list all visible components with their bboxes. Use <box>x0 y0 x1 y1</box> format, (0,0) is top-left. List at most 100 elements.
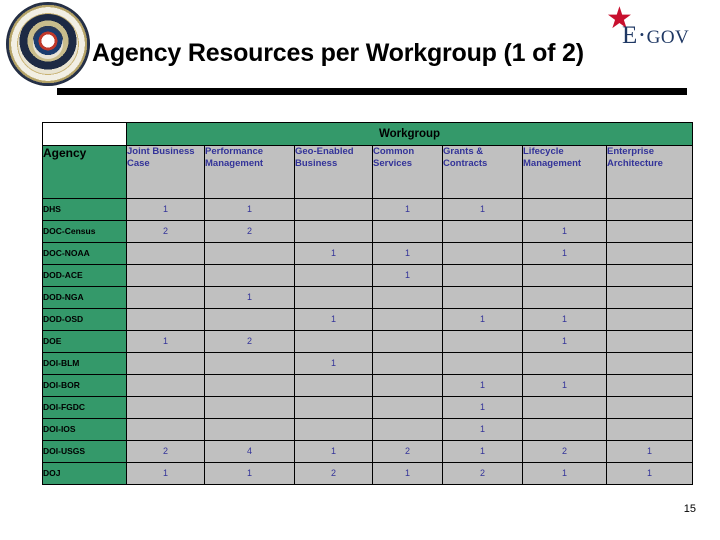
cell-count: 1 <box>442 308 523 331</box>
egov-logo-text: E·GOV <box>622 22 689 50</box>
row-label-agency: DHS <box>42 198 127 221</box>
cell-count: 1 <box>442 198 523 221</box>
row-label-agency: DOI-USGS <box>42 440 127 463</box>
cell-count: 1 <box>522 462 607 485</box>
cell-count <box>442 264 523 287</box>
cell-count <box>372 396 443 419</box>
egov-logo-suffix: GOV <box>646 27 690 48</box>
column-header-geo-enabled-business: Geo-Enabled Business <box>294 145 373 199</box>
cell-count <box>294 198 373 221</box>
row-label-agency: DOD-NGA <box>42 286 127 309</box>
cell-count: 2 <box>126 220 205 243</box>
cell-count <box>442 220 523 243</box>
cell-count: 1 <box>442 418 523 441</box>
cell-count <box>606 352 693 375</box>
table-body: DHS 1 1 1 1 DOC-Census 2 2 1 DOC-NOAA 1 1 1 DOD-ACE 1 D… <box>42 198 693 485</box>
cell-count: 1 <box>294 440 373 463</box>
cell-count <box>204 308 295 331</box>
cell-count <box>606 286 693 309</box>
row-label-agency: DOD-OSD <box>42 308 127 331</box>
cell-count <box>204 418 295 441</box>
cell-count <box>372 352 443 375</box>
cell-count <box>522 396 607 419</box>
cell-count <box>126 286 205 309</box>
cell-count <box>126 418 205 441</box>
page-number: 15 <box>683 503 696 515</box>
cell-count: 1 <box>294 242 373 265</box>
cell-count <box>522 286 607 309</box>
agency-workgroup-table-wrap: Workgroup Agency Joint Business Case Per… <box>42 122 693 485</box>
column-header-common-services: Common Services <box>372 145 443 199</box>
column-header-grants-contracts: Grants & Contracts <box>442 145 523 199</box>
corner-blank-cell <box>42 122 127 146</box>
cell-count: 1 <box>372 242 443 265</box>
table-row: DOD-OSD 1 1 1 <box>42 308 693 331</box>
cell-count: 1 <box>522 330 607 353</box>
cell-count <box>126 374 205 397</box>
cell-count: 2 <box>372 440 443 463</box>
column-header-agency: Agency <box>42 145 127 199</box>
cell-count: 1 <box>522 374 607 397</box>
cell-count <box>606 198 693 221</box>
table-row: DOC-NOAA 1 1 1 <box>42 242 693 265</box>
cell-count <box>442 286 523 309</box>
cell-count <box>204 264 295 287</box>
cell-count <box>606 264 693 287</box>
cell-count: 1 <box>372 462 443 485</box>
cell-count <box>442 242 523 265</box>
table-row: DOE 1 2 1 <box>42 330 693 353</box>
cell-count: 2 <box>522 440 607 463</box>
cell-count: 2 <box>126 440 205 463</box>
cell-count <box>522 352 607 375</box>
cell-count: 1 <box>204 286 295 309</box>
cell-count <box>294 374 373 397</box>
row-label-agency: DOC-Census <box>42 220 127 243</box>
cell-count <box>294 330 373 353</box>
cell-count <box>126 308 205 331</box>
cell-count: 1 <box>372 264 443 287</box>
table-row: DOI-USGS 2 4 1 2 1 2 1 <box>42 440 693 463</box>
cell-count <box>372 330 443 353</box>
row-label-agency: DOE <box>42 330 127 353</box>
cell-count: 1 <box>442 374 523 397</box>
table-row: DOI-IOS 1 <box>42 418 693 441</box>
cell-count <box>126 352 205 375</box>
cell-count <box>204 242 295 265</box>
column-header-joint-business-case: Joint Business Case <box>126 145 205 199</box>
cell-count <box>372 220 443 243</box>
cell-count <box>294 220 373 243</box>
cell-count <box>606 418 693 441</box>
cell-count: 1 <box>294 308 373 331</box>
cell-count <box>442 352 523 375</box>
cell-count: 1 <box>204 198 295 221</box>
title-divider-rule <box>57 88 687 95</box>
cell-count <box>606 242 693 265</box>
cell-count <box>522 418 607 441</box>
cell-count: 2 <box>442 462 523 485</box>
cell-count: 1 <box>442 396 523 419</box>
workgroup-group-header: Workgroup <box>126 122 693 146</box>
cell-count: 1 <box>204 462 295 485</box>
cell-count <box>442 330 523 353</box>
cell-count <box>606 330 693 353</box>
table-row: DOC-Census 2 2 1 <box>42 220 693 243</box>
cell-count <box>372 374 443 397</box>
cell-count: 1 <box>522 308 607 331</box>
slide: Agency Resources per Workgroup (1 of 2) … <box>0 0 720 540</box>
cell-count: 1 <box>126 198 205 221</box>
table-row: DOD-NGA 1 <box>42 286 693 309</box>
cell-count: 1 <box>442 440 523 463</box>
row-label-agency: DOI-BOR <box>42 374 127 397</box>
row-label-agency: DOD-ACE <box>42 264 127 287</box>
cell-count <box>126 264 205 287</box>
cell-count: 1 <box>606 440 693 463</box>
column-header-enterprise-architecture: Enterprise Architecture <box>606 145 693 199</box>
cell-count <box>204 374 295 397</box>
great-seal-icon <box>6 2 90 86</box>
row-label-agency: DOI-BLM <box>42 352 127 375</box>
cell-count <box>606 220 693 243</box>
cell-count: 1 <box>372 198 443 221</box>
cell-count: 1 <box>294 352 373 375</box>
cell-count <box>606 374 693 397</box>
cell-count <box>294 286 373 309</box>
